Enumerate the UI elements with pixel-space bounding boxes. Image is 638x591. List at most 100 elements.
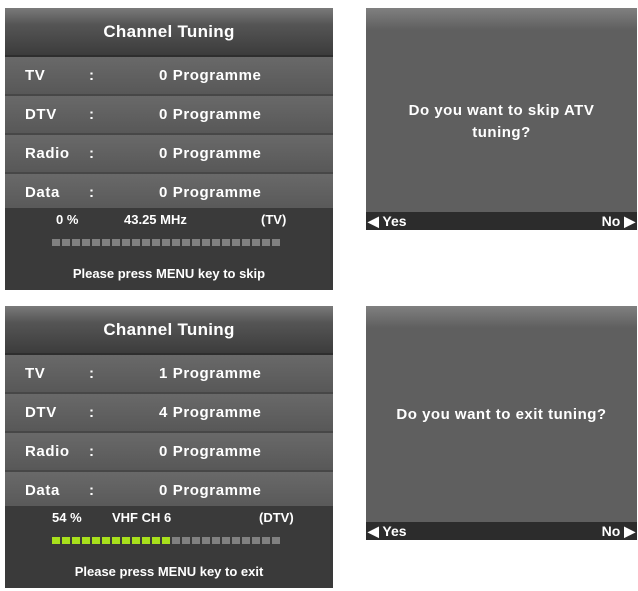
progress-segment	[272, 239, 280, 246]
yes-button[interactable]: ◀ Yes	[366, 523, 407, 540]
row-count: 0 Programme	[159, 184, 262, 201]
row-radio: Radio : 0 Programme	[5, 135, 333, 174]
hint-text: Please press MENU key to exit	[74, 564, 264, 579]
progress-segment	[102, 537, 110, 544]
panel-title: Channel Tuning	[5, 306, 333, 355]
progress-segment	[132, 537, 140, 544]
row-tv: TV : 0 Programme	[5, 57, 333, 96]
progress-segment	[222, 537, 230, 544]
row-radio: Radio : 0 Programme	[5, 433, 333, 472]
yes-button[interactable]: ◀ Yes	[366, 213, 407, 230]
progress-segment	[242, 537, 250, 544]
frequency-readout: VHF CH 6	[112, 510, 172, 525]
progress-segment	[212, 239, 220, 246]
tuning-mode: (DTV)	[259, 510, 294, 525]
dialog-button-bar: ◀ Yes No ▶	[366, 212, 637, 230]
row-label: Data	[25, 184, 60, 201]
progress-segment	[62, 239, 70, 246]
progress-segment	[232, 239, 240, 246]
row-colon: :	[89, 106, 95, 123]
progress-segment	[202, 537, 210, 544]
progress-segment	[112, 537, 120, 544]
dialog-question: Do you want to skip ATV tuning?	[408, 102, 595, 141]
row-label: DTV	[25, 404, 57, 421]
hint-text: Please press MENU key to skip	[72, 266, 266, 281]
row-dtv: DTV : 0 Programme	[5, 96, 333, 135]
exit-tuning-dialog: Do you want to exit tuning? ◀ Yes No ▶	[366, 306, 637, 540]
progress-percent: 54 %	[52, 510, 82, 525]
row-count: 0 Programme	[159, 106, 262, 123]
row-label: Data	[25, 482, 60, 499]
dialog-question: Do you want to exit tuning?	[396, 406, 607, 423]
skip-atv-dialog: Do you want to skip ATV tuning? ◀ Yes No…	[366, 8, 637, 230]
row-colon: :	[89, 184, 95, 201]
row-colon: :	[89, 67, 95, 84]
no-button[interactable]: No ▶	[602, 523, 637, 540]
row-label: Radio	[25, 145, 70, 162]
progress-segment	[92, 537, 100, 544]
status-line: 0 % 43.25 MHz (TV)	[5, 212, 333, 228]
progress-segment	[262, 239, 270, 246]
progress-segment	[152, 239, 160, 246]
row-count: 0 Programme	[159, 443, 262, 460]
progress-segment	[52, 537, 60, 544]
row-label: TV	[25, 67, 46, 84]
progress-segment	[122, 239, 130, 246]
row-tv: TV : 1 Programme	[5, 355, 333, 394]
no-button[interactable]: No ▶	[602, 213, 637, 230]
progress-bar	[52, 239, 280, 246]
progress-segment	[142, 239, 150, 246]
progress-segment	[72, 537, 80, 544]
progress-segment	[122, 537, 130, 544]
progress-segment	[62, 537, 70, 544]
status-area: 54 % VHF CH 6 (DTV) Please press MENU ke…	[5, 506, 333, 588]
row-count: 0 Programme	[159, 67, 262, 84]
progress-segment	[252, 239, 260, 246]
row-count: 0 Programme	[159, 482, 262, 499]
row-count: 4 Programme	[159, 404, 262, 421]
progress-segment	[192, 537, 200, 544]
progress-segment	[82, 239, 90, 246]
progress-segment	[72, 239, 80, 246]
progress-segment	[262, 537, 270, 544]
progress-segment	[252, 537, 260, 544]
row-colon: :	[89, 145, 95, 162]
progress-segment	[212, 537, 220, 544]
progress-segment	[232, 537, 240, 544]
progress-segment	[162, 239, 170, 246]
channel-tuning-panel-skip: Channel Tuning TV : 0 Programme DTV : 0 …	[5, 8, 333, 290]
frequency-readout: 43.25 MHz	[124, 212, 187, 227]
progress-segment	[272, 537, 280, 544]
dialog-button-bar: ◀ Yes No ▶	[366, 522, 637, 540]
progress-segment	[192, 239, 200, 246]
progress-segment	[102, 239, 110, 246]
row-label: DTV	[25, 106, 57, 123]
progress-segment	[152, 537, 160, 544]
row-count: 0 Programme	[159, 145, 262, 162]
row-colon: :	[89, 365, 95, 382]
channel-tuning-panel-exit: Channel Tuning TV : 1 Programme DTV : 4 …	[5, 306, 333, 588]
progress-bar	[52, 537, 280, 544]
row-label: Radio	[25, 443, 70, 460]
progress-segment	[92, 239, 100, 246]
row-dtv: DTV : 4 Programme	[5, 394, 333, 433]
progress-percent: 0 %	[56, 212, 79, 227]
row-colon: :	[89, 443, 95, 460]
row-colon: :	[89, 482, 95, 499]
row-count: 1 Programme	[159, 365, 262, 382]
status-area: 0 % 43.25 MHz (TV) Please press MENU key…	[5, 208, 333, 290]
progress-segment	[52, 239, 60, 246]
progress-segment	[132, 239, 140, 246]
progress-segment	[82, 537, 90, 544]
progress-segment	[222, 239, 230, 246]
row-colon: :	[89, 404, 95, 421]
dialog-header	[366, 8, 637, 30]
progress-segment	[202, 239, 210, 246]
progress-segment	[172, 537, 180, 544]
progress-segment	[242, 239, 250, 246]
progress-segment	[142, 537, 150, 544]
progress-segment	[112, 239, 120, 246]
tuning-mode: (TV)	[261, 212, 287, 227]
panel-title: Channel Tuning	[5, 8, 333, 57]
dialog-header	[366, 306, 637, 328]
